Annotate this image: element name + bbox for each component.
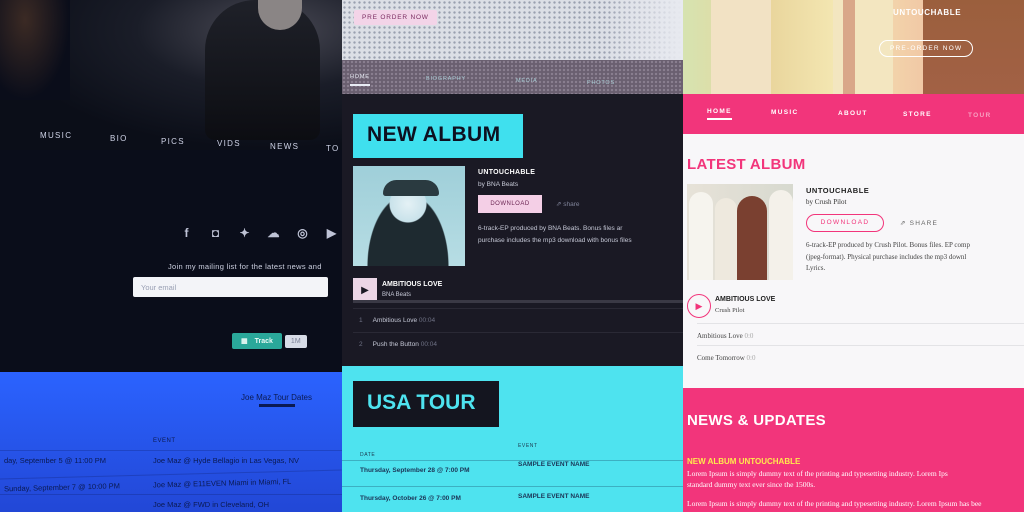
news-heading: NEWS & UPDATES: [687, 412, 826, 429]
halftone-header: [342, 0, 683, 60]
album-description: 6-track-EP produced by Crush Pilot. Bonu…: [806, 241, 970, 272]
row-event: Joe Maz @ E11EVEN Miami in Miami, FL: [152, 476, 292, 490]
album-artist: by Crush Pilot: [806, 198, 847, 206]
play-button[interactable]: ▶: [353, 278, 377, 302]
news-post-title[interactable]: NEW ALBUM UNTOUCHABLE: [687, 457, 800, 466]
middle-site-screenshot: PRE ORDER NOW HOME BIOGRAPHY MEDIA PHOTO…: [342, 0, 683, 512]
track-label: Track: [254, 337, 273, 345]
nav-item-store[interactable]: STORE: [903, 111, 932, 118]
nav-item-music[interactable]: MUSIC: [771, 109, 798, 116]
row-date: day, September 5 @ 11:00 PM: [4, 456, 106, 465]
nav-item-tour[interactable]: TOUR: [968, 112, 992, 119]
row-event: Joe Maz @ FWD in Cleveland, OH: [153, 500, 269, 509]
track-widget: ▦ Track 1M: [232, 333, 307, 349]
nav-item-about[interactable]: ABOUT: [838, 110, 868, 117]
nav-item-photos[interactable]: PHOTOS: [587, 80, 615, 86]
facebook-icon[interactable]: f: [178, 224, 195, 241]
track-count: 1M: [284, 334, 307, 348]
nav-item-pics[interactable]: PICS: [161, 137, 185, 146]
twitter-icon[interactable]: ✦: [236, 224, 253, 241]
preorder-button[interactable]: PRE-ORDER NOW: [879, 40, 974, 57]
album-artist: by BNA Beats: [478, 181, 519, 188]
track-button[interactable]: ▦ Track: [232, 333, 282, 349]
play-button[interactable]: ▶: [687, 294, 711, 318]
calendar-icon: ▦: [241, 338, 248, 345]
tour-heading: USA TOUR: [353, 381, 499, 427]
share-icon: ⇗: [900, 220, 907, 227]
now-playing-artist: BNA Beats: [382, 292, 412, 298]
play-icon: ▶: [361, 284, 369, 296]
right-site-screenshot: UNTOUCHABLE PRE-ORDER NOW HOME MUSIC ABO…: [683, 0, 1024, 512]
nav-item-tour[interactable]: TO: [326, 144, 340, 153]
album-heading: LATEST ALBUM: [687, 156, 806, 173]
album-title: UNTOUCHABLE: [806, 186, 870, 195]
soundcloud-icon[interactable]: ☁: [265, 224, 282, 241]
right-nav: HOME MUSIC ABOUT STORE TOUR: [683, 94, 1024, 134]
nav-item-vids[interactable]: VIDS: [217, 139, 241, 148]
album-title: UNTOUCHABLE: [478, 169, 536, 176]
youtube-icon[interactable]: ▶: [323, 224, 340, 241]
now-playing-title: AMBITIOUS LOVE: [382, 281, 443, 288]
track-row[interactable]: 1 Ambitious Love 00:04: [353, 308, 683, 328]
left-nav: MUSIC BIO PICS VIDS NEWS TO: [0, 128, 342, 158]
nav-item-media[interactable]: MEDIA: [516, 78, 537, 84]
nav-item-news[interactable]: NEWS: [270, 142, 299, 151]
share-button[interactable]: ⇗ share: [556, 200, 580, 208]
album-description: 6-track-EP produced by BNA Beats. Bonus …: [478, 225, 632, 244]
row-date: Sunday, September 7 @ 10:00 PM: [3, 481, 120, 494]
table-row: Thursday, October 26 @ 7:00 PM SAMPLE EV…: [342, 486, 683, 512]
email-field[interactable]: Your email: [133, 277, 328, 297]
table-row: Joe Maz @ FWD in Cleveland, OH: [0, 494, 342, 512]
row-event: Joe Maz @ Hyde Bellagio in Las Vegas, NV: [153, 456, 300, 465]
hero-title: UNTOUCHABLE: [893, 8, 962, 17]
event-column-header: EVENT: [518, 443, 538, 449]
nav-item-biography[interactable]: BIOGRAPHY: [426, 76, 466, 82]
share-button[interactable]: ⇗ SHARE: [900, 219, 938, 227]
track-row[interactable]: Come Tomorrow 0:0: [697, 345, 1024, 367]
now-playing-title: AMBITIOUS LOVE: [715, 296, 776, 303]
nav-item-home[interactable]: HOME: [707, 108, 732, 120]
now-playing-artist: Crush Pilot: [715, 307, 745, 314]
globe-icon[interactable]: ◎: [294, 224, 311, 241]
event-column-header: EVENT: [153, 438, 176, 444]
mailing-list-label: Join my mailing list for the latest news…: [168, 262, 322, 271]
progress-bar[interactable]: [353, 300, 683, 303]
album-cover: [687, 184, 793, 280]
social-icons: f ◘ ✦ ☁ ◎ ▶: [178, 224, 340, 241]
table-row: Thursday, September 28 @ 7:00 PM SAMPLE …: [342, 460, 683, 484]
hero-crowd: [0, 0, 70, 100]
play-icon: ▶: [695, 300, 703, 311]
download-button[interactable]: DOWNLOAD: [806, 214, 884, 232]
share-icon: ⇗: [556, 201, 562, 208]
news-post-body: Lorem Ipsum is simply dummy text of the …: [687, 469, 982, 508]
album-cover: [353, 166, 465, 266]
band-photo: UNTOUCHABLE PRE-ORDER NOW: [683, 0, 1024, 94]
album-heading: NEW ALBUM: [353, 114, 523, 158]
instagram-icon[interactable]: ◘: [207, 224, 224, 241]
track-row[interactable]: Ambitious Love 0:0: [697, 323, 1024, 345]
date-column-header: DATE: [360, 452, 376, 458]
nav-item-home[interactable]: HOME: [350, 74, 370, 86]
nav-item-music[interactable]: MUSIC: [40, 131, 72, 140]
download-button[interactable]: DOWNLOAD: [478, 195, 542, 213]
tour-dates-link[interactable]: Joe Maz Tour Dates: [241, 393, 312, 407]
preorder-button[interactable]: PRE ORDER NOW: [354, 10, 437, 25]
left-site-screenshot: MUSIC BIO PICS VIDS NEWS TO f ◘ ✦ ☁ ◎ ▶ …: [0, 0, 342, 512]
nav-item-bio[interactable]: BIO: [110, 134, 128, 143]
middle-nav: HOME BIOGRAPHY MEDIA PHOTOS: [342, 60, 683, 94]
track-row[interactable]: 2 Push the Button 00:04: [353, 332, 683, 352]
